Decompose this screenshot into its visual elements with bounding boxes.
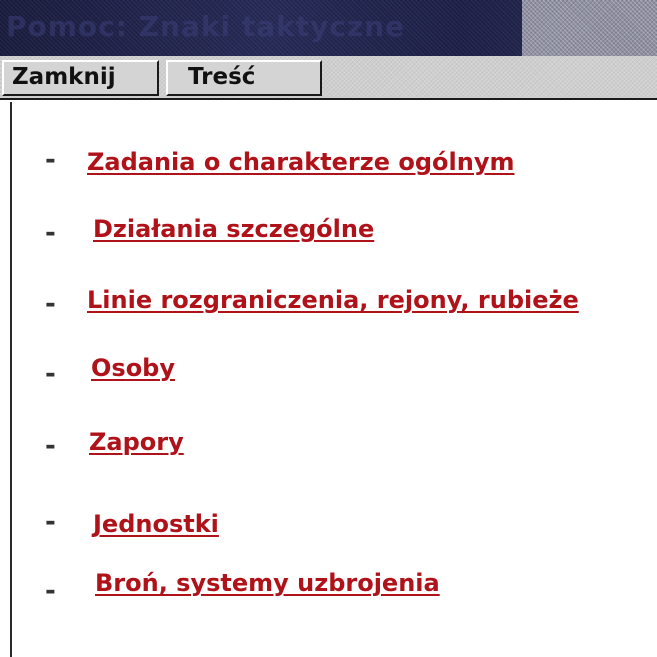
list-item: - Broń, systemy uzbrojenia bbox=[12, 563, 632, 606]
link-persons[interactable]: Osoby bbox=[91, 348, 175, 388]
button-bar: Zamknij Treść bbox=[0, 56, 657, 100]
bullet-dash: - bbox=[45, 145, 56, 175]
link-barriers[interactable]: Zapory bbox=[89, 422, 184, 462]
list-item: - Działania szczególne bbox=[12, 209, 632, 249]
list-item: - Zapory bbox=[12, 422, 632, 462]
bullet-dash: - bbox=[45, 359, 56, 389]
link-units[interactable]: Jednostki bbox=[93, 504, 219, 544]
bullet-dash: - bbox=[45, 431, 56, 461]
contents-button[interactable]: Treść bbox=[166, 60, 322, 96]
title-bar[interactable]: Pomoc: Znaki taktyczne bbox=[0, 0, 657, 56]
bullet-dash: - bbox=[45, 218, 56, 248]
list-item: - Osoby bbox=[12, 348, 632, 389]
link-boundary-lines[interactable]: Linie rozgraniczenia, rejony, rubieże bbox=[87, 280, 579, 320]
bullet-dash: - bbox=[45, 507, 56, 537]
close-button[interactable]: Zamknij bbox=[2, 60, 159, 96]
help-window: Pomoc: Znaki taktyczne Zamknij Treść - Z… bbox=[0, 0, 657, 657]
link-general-tasks[interactable]: Zadania o charakterze ogólnym bbox=[87, 142, 515, 182]
window-title: Pomoc: Znaki taktyczne bbox=[6, 10, 406, 43]
list-item: - Zadania o charakterze ogólnym bbox=[12, 142, 632, 182]
content-right-margin bbox=[643, 100, 657, 657]
link-weapons-systems[interactable]: Broń, systemy uzbrojenia bbox=[95, 563, 440, 603]
help-content-panel: - Zadania o charakterze ogólnym - Działa… bbox=[10, 102, 645, 657]
bullet-dash: - bbox=[45, 289, 56, 319]
list-item: - Linie rozgraniczenia, rejony, rubieże bbox=[12, 280, 632, 320]
bullet-dash: - bbox=[45, 576, 56, 606]
link-special-actions[interactable]: Działania szczególne bbox=[93, 209, 374, 249]
title-bar-controls-area bbox=[522, 0, 657, 56]
list-item: - Jednostki bbox=[12, 504, 632, 544]
